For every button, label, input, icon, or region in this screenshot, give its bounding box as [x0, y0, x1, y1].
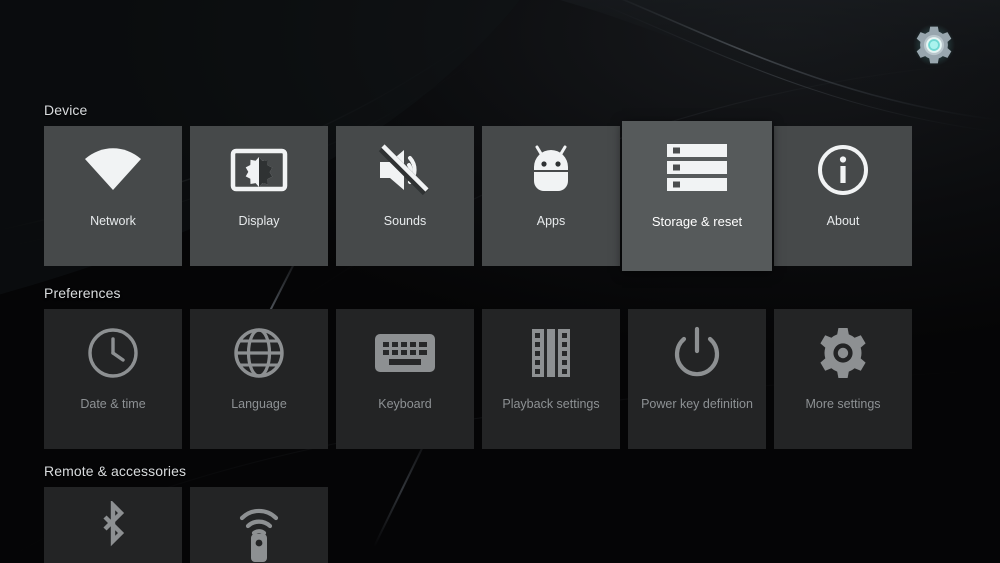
tile-sounds[interactable]: Sounds — [336, 126, 474, 266]
film-strip-icon — [482, 309, 620, 397]
tile-label-storage-reset: Storage & reset — [651, 214, 743, 229]
tile-label-power-key-definition: Power key definition — [641, 397, 753, 411]
tile-label-apps: Apps — [536, 214, 566, 228]
tile-row-device: Network Display Sounds Apps Storage & re… — [44, 121, 912, 271]
tile-about[interactable]: About — [774, 126, 912, 266]
tile-label-about: About — [826, 214, 860, 228]
globe-icon — [190, 309, 328, 397]
tile-label-display: Display — [238, 214, 280, 228]
tile-keyboard[interactable]: Keyboard — [336, 309, 474, 449]
section-remote-accessories: Remote & accessories — [44, 463, 328, 563]
tile-label-keyboard: Keyboard — [378, 397, 432, 411]
tile-remote-paired[interactable] — [190, 487, 328, 563]
bluetooth-icon — [44, 487, 182, 563]
section-label-remote-accessories: Remote & accessories — [44, 463, 187, 479]
tile-more-settings[interactable]: More settings — [774, 309, 912, 449]
brightness-icon — [190, 126, 328, 214]
tile-apps[interactable]: Apps — [482, 126, 620, 266]
tile-bluetooth[interactable] — [44, 487, 182, 563]
section-label-preferences: Preferences — [44, 285, 121, 301]
wifi-icon — [44, 126, 182, 214]
section-preferences: Preferences Date & time Language Keyboar… — [44, 285, 912, 449]
tile-language[interactable]: Language — [190, 309, 328, 449]
tile-label-playback-settings: Playback settings — [502, 397, 600, 411]
gear-icon — [774, 309, 912, 397]
storage-bars-icon — [622, 121, 772, 215]
tile-row-preferences: Date & time Language Keyboard Playback s… — [44, 309, 912, 449]
settings-screen: Device Network Display Sounds Apps Stora… — [0, 0, 1000, 563]
tile-label-language: Language — [231, 397, 287, 411]
section-label-device: Device — [44, 102, 88, 118]
remote-signal-icon — [190, 487, 328, 563]
tile-power-key-definition[interactable]: Power key definition — [628, 309, 766, 449]
info-circle-icon — [774, 126, 912, 214]
tile-playback-settings[interactable]: Playback settings — [482, 309, 620, 449]
tile-row-remote-accessories — [44, 487, 328, 563]
settings-content: Device Network Display Sounds Apps Stora… — [0, 0, 1000, 563]
tile-label-sounds: Sounds — [383, 214, 427, 228]
settings-gear-badge[interactable] — [912, 23, 956, 67]
clock-icon — [44, 309, 182, 397]
section-device: Device Network Display Sounds Apps Stora… — [44, 102, 912, 271]
tile-date-time[interactable]: Date & time — [44, 309, 182, 449]
tile-network[interactable]: Network — [44, 126, 182, 266]
android-robot-icon — [482, 126, 620, 214]
volume-mute-icon — [336, 126, 474, 214]
tile-label-more-settings: More settings — [805, 397, 881, 411]
keyboard-icon — [336, 309, 474, 397]
tile-storage-reset[interactable]: Storage & reset — [622, 121, 772, 271]
tile-label-network: Network — [90, 214, 136, 228]
tile-display[interactable]: Display — [190, 126, 328, 266]
power-icon — [628, 309, 766, 397]
tile-label-date-time: Date & time — [80, 397, 146, 411]
